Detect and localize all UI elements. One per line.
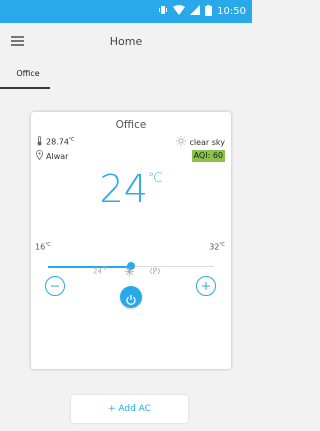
app-bar: Home	[0, 23, 252, 61]
set-temp-value: 24	[99, 167, 148, 211]
ac-control-card: Office 28.74℃ Alwar clear sky AQI: 60 24…	[31, 112, 231, 369]
tab-office[interactable]: Office	[6, 66, 50, 88]
add-ac-button[interactable]: + Add AC	[71, 395, 188, 423]
room-tabs: Office	[0, 61, 252, 89]
increase-temp-button[interactable]	[196, 276, 216, 296]
add-ac-label: + Add AC	[108, 404, 151, 414]
decrease-temp-button[interactable]	[45, 276, 65, 296]
status-time: 10:50	[217, 6, 246, 17]
plus-icon	[201, 278, 211, 294]
location-name: Alwar	[46, 151, 69, 161]
location: Alwar	[36, 150, 68, 162]
mode-temp[interactable]: 24℃	[93, 266, 108, 275]
minus-icon	[50, 278, 60, 294]
power-icon	[125, 291, 137, 310]
wifi-icon	[173, 5, 186, 18]
set-temp-unit: ℃	[147, 171, 163, 186]
min-temp-label: 16℃	[35, 242, 51, 252]
location-pin-icon	[36, 150, 43, 162]
page-title: Home	[109, 35, 143, 48]
thermometer-icon	[36, 136, 43, 148]
outdoor-temperature: 28.74℃	[36, 136, 75, 148]
vibrate-icon	[158, 5, 168, 18]
power-button[interactable]	[120, 286, 142, 308]
set-temperature: 24℃	[31, 167, 231, 211]
snowflake-icon[interactable]	[125, 267, 134, 278]
room-name: Office	[115, 119, 147, 131]
aqi-badge: AQI: 60	[191, 150, 225, 162]
slider-fill	[48, 266, 131, 268]
status-icons: 10:50	[158, 4, 246, 19]
max-temp-label: 32℃	[209, 242, 225, 252]
tab-indicator	[0, 87, 50, 89]
sun-icon	[176, 136, 187, 148]
outdoor-temp-value: 28.74	[46, 137, 69, 147]
outdoor-temp-unit: ℃	[68, 137, 75, 144]
weather: clear sky	[176, 136, 225, 148]
signal-icon	[190, 5, 201, 18]
status-bar: 10:50	[0, 0, 252, 23]
fan-icon[interactable]	[149, 266, 161, 278]
battery-icon	[205, 4, 213, 19]
weather-condition: clear sky	[189, 137, 225, 147]
tab-label: Office	[16, 69, 40, 78]
